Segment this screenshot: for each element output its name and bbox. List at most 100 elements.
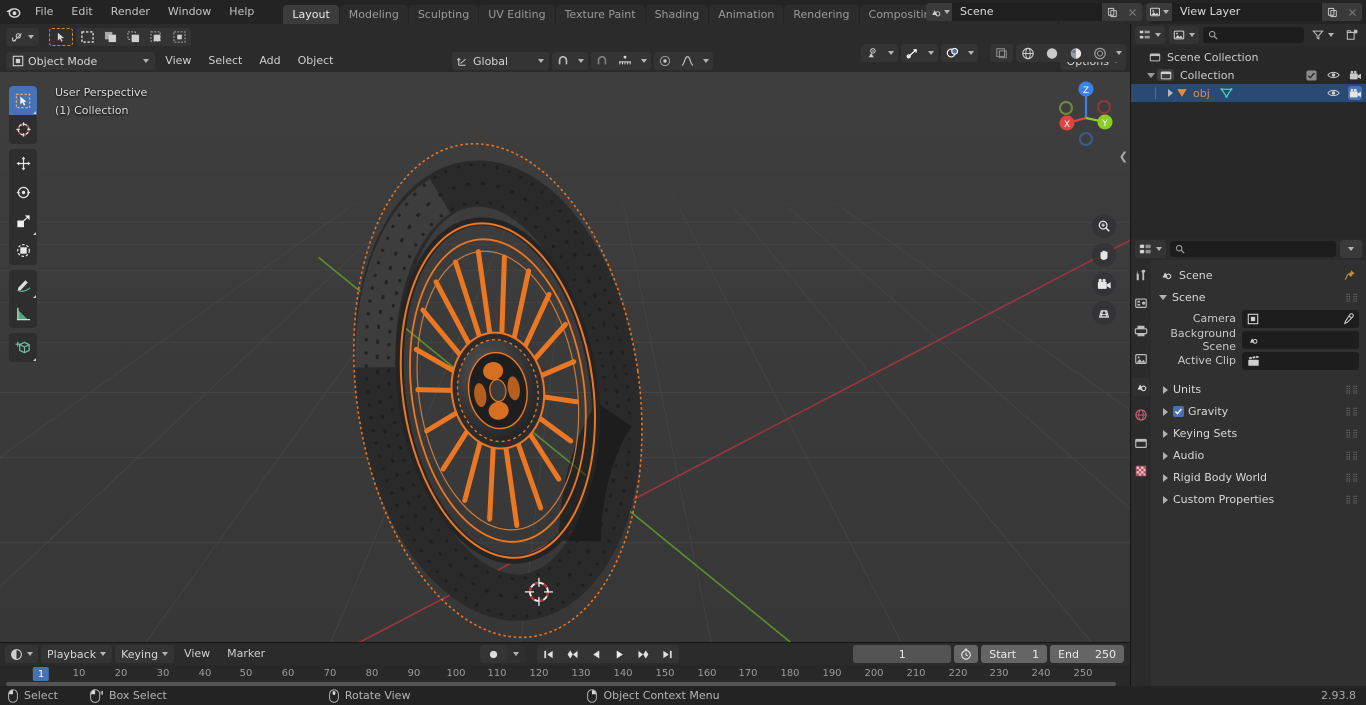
background-scene-field[interactable]: [1242, 330, 1359, 349]
pin-icon[interactable]: [1344, 269, 1356, 281]
select-intersect-icon[interactable]: [168, 28, 191, 46]
tweak-select-tool-button[interactable]: [49, 28, 73, 46]
select-subtract-icon[interactable]: [122, 28, 145, 46]
magnet-icon[interactable]: [552, 52, 575, 70]
panel-header-rigid-body-world[interactable]: Rigid Body World ⣿⣿: [1151, 468, 1366, 487]
outliner-row-obj[interactable]: obj: [1131, 84, 1366, 102]
eyedropper-icon[interactable]: [1342, 312, 1354, 325]
jump-to-prev-keyframe-icon[interactable]: [560, 645, 585, 663]
camera-icon[interactable]: [1092, 272, 1116, 296]
start-frame-field[interactable]: Start 1: [981, 645, 1048, 663]
workspace-tab-shading[interactable]: Shading: [645, 5, 709, 24]
blender-logo-icon[interactable]: [0, 0, 26, 24]
world-globe-icon[interactable]: [1132, 406, 1150, 424]
outliner-display-mode-icon[interactable]: [1135, 26, 1165, 44]
menu-file[interactable]: File: [26, 3, 62, 21]
editor-type-3d-icon[interactable]: [6, 28, 39, 46]
scene-selector[interactable]: Scene: [926, 3, 1142, 21]
move-tool[interactable]: [9, 149, 37, 178]
active-clip-field[interactable]: [1242, 351, 1359, 370]
view-layer-name[interactable]: View Layer: [1172, 3, 1322, 21]
properties-editor-icon[interactable]: [1135, 240, 1166, 258]
texture-checker-icon[interactable]: [1132, 462, 1150, 480]
overlays-dropdown[interactable]: [964, 44, 978, 62]
gizmo-dropdown[interactable]: [924, 44, 938, 62]
falloff-curve-icon[interactable]: [676, 52, 700, 70]
panel-drag-dots[interactable]: ⣿⣿: [1345, 495, 1359, 504]
record-dot-icon[interactable]: [480, 645, 507, 663]
panel-header-units[interactable]: Units ⣿⣿: [1151, 380, 1366, 399]
solid-icon[interactable]: [1040, 44, 1064, 62]
camera-object-field[interactable]: [1242, 309, 1359, 328]
workspace-tab-modeling[interactable]: Modeling: [339, 5, 408, 24]
interaction-mode-selector[interactable]: Object Mode: [6, 52, 156, 70]
transform-orientation-selector[interactable]: Global: [452, 52, 550, 70]
jump-to-next-keyframe-icon[interactable]: [631, 645, 656, 663]
object-types-visibility-icon[interactable]: [861, 44, 884, 62]
viewport-menu-add[interactable]: Add: [252, 52, 287, 70]
workspace-tab-sculpting[interactable]: Sculpting: [408, 5, 479, 24]
outliner-search-input[interactable]: [1203, 27, 1304, 43]
playback-menu[interactable]: Playback: [41, 645, 113, 663]
auto-keying-dropdown[interactable]: [507, 645, 525, 663]
disclosure-triangle-icon[interactable]: [1145, 72, 1157, 78]
workspace-tab-rendering[interactable]: Rendering: [784, 5, 859, 24]
scale-tool[interactable]: [9, 207, 37, 236]
viewport-menu-view[interactable]: View: [158, 52, 198, 70]
panel-drag-dots[interactable]: ⣿⣿: [1345, 293, 1359, 302]
keying-menu[interactable]: Keying: [115, 645, 175, 663]
output-printer-icon[interactable]: [1132, 322, 1150, 340]
workspace-tab-uv-editing[interactable]: UV Editing: [479, 5, 555, 24]
xray-icon[interactable]: [990, 44, 1013, 62]
rotate-tool[interactable]: [9, 178, 37, 207]
panel-header-audio[interactable]: Audio ⣿⣿: [1151, 446, 1366, 465]
panel-drag-dots[interactable]: ⣿⣿: [1345, 385, 1359, 394]
panel-header-custom-properties[interactable]: Custom Properties ⣿⣿: [1151, 490, 1366, 509]
render-camera-back-icon[interactable]: [1132, 294, 1150, 312]
snap-target-dropdown[interactable]: [637, 52, 652, 70]
new-collection-icon[interactable]: [1342, 26, 1362, 44]
tool-screwdriver-wrench-icon[interactable]: [1132, 266, 1150, 284]
disable-in-renders-camera-icon[interactable]: [1348, 68, 1362, 82]
add-cube-tool[interactable]: [9, 333, 37, 362]
outliner-row-scene-collection[interactable]: Scene Collection: [1131, 48, 1366, 66]
outliner-row-collection[interactable]: Collection: [1131, 66, 1366, 84]
select-extend-icon[interactable]: [99, 28, 122, 46]
panel-drag-dots[interactable]: ⣿⣿: [1345, 473, 1359, 482]
playhead[interactable]: 1: [32, 667, 50, 681]
disable-in-renders-camera-icon[interactable]: [1348, 86, 1362, 100]
jump-to-end-icon[interactable]: [656, 645, 679, 663]
rendered-icon[interactable]: [1088, 44, 1112, 62]
panel-header-scene[interactable]: Scene ⣿⣿: [1151, 288, 1366, 307]
wireframe-icon[interactable]: [1016, 44, 1040, 62]
properties-options-dropdown[interactable]: [1340, 240, 1362, 258]
menu-render[interactable]: Render: [102, 3, 159, 21]
menu-window[interactable]: Window: [159, 3, 220, 21]
measure-tool[interactable]: [9, 299, 37, 328]
shading-dropdown[interactable]: [1112, 44, 1126, 62]
material-preview-icon[interactable]: [1064, 44, 1088, 62]
snap-increment-icon[interactable]: [613, 52, 638, 70]
collection-checkbox[interactable]: [1304, 68, 1318, 82]
remove-view-layer-button[interactable]: [1342, 3, 1362, 21]
viewport-menu-select[interactable]: Select: [201, 52, 249, 70]
gravity-checkbox[interactable]: [1173, 406, 1184, 417]
visibility-dropdown[interactable]: [884, 44, 898, 62]
unlink-scene-button[interactable]: [1122, 3, 1142, 21]
overlays-icon[interactable]: [941, 44, 964, 62]
navigation-gizmo[interactable]: Z X Y: [1054, 78, 1124, 150]
menu-edit[interactable]: Edit: [62, 3, 101, 21]
viewport-menu-object[interactable]: Object: [291, 52, 341, 70]
falloff-dropdown[interactable]: [699, 52, 714, 70]
timeline-scale[interactable]: 1 10 20 30 40 50 60 70 80 90 100 110 120…: [0, 665, 1130, 686]
filter-id-icon[interactable]: [1169, 26, 1199, 44]
workspace-tab-layout[interactable]: Layout: [283, 5, 339, 24]
transform-tool[interactable]: [9, 236, 37, 265]
select-box-icon[interactable]: [76, 28, 99, 46]
view-layer-selector[interactable]: View Layer: [1146, 3, 1362, 21]
select-invert-icon[interactable]: [145, 28, 168, 46]
workspace-tab-animation[interactable]: Animation: [709, 5, 784, 24]
view-layer-icon[interactable]: [1146, 3, 1172, 21]
new-scene-button[interactable]: [1102, 3, 1122, 21]
timeline-menu-view[interactable]: View: [177, 645, 217, 663]
